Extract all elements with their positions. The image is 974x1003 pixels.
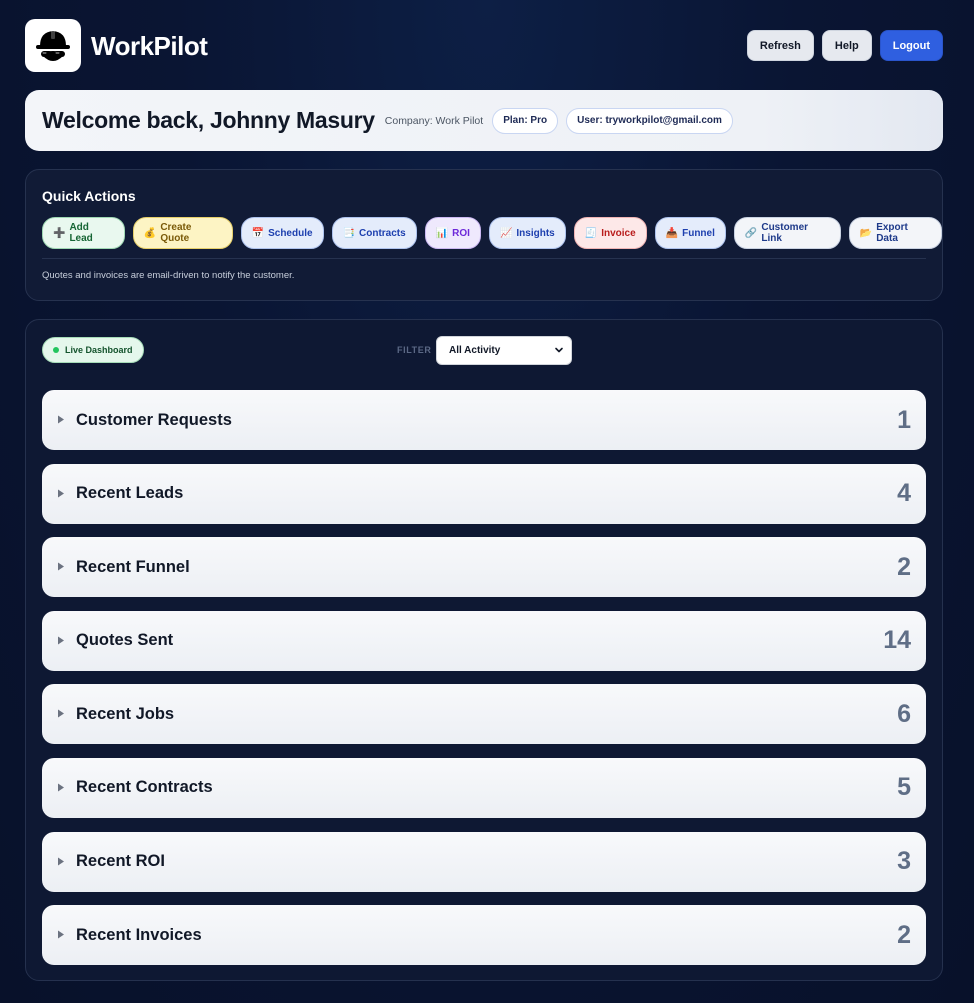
expand-triangle-icon [58, 489, 64, 498]
activity-filter-select[interactable]: All Activity [436, 336, 572, 365]
customer-link-button[interactable]: 🔗 Customer Link [733, 217, 841, 249]
chevron-down-icon [555, 347, 563, 353]
section-customer-requests[interactable]: Customer Requests 1 [42, 390, 926, 450]
funnel-label: Funnel [682, 227, 715, 239]
expand-triangle-icon [58, 636, 64, 645]
activity-filter-value: All Activity [449, 345, 501, 356]
filter-label: FILTER [397, 345, 432, 355]
section-title: Customer Requests [76, 410, 232, 429]
divider [42, 258, 926, 259]
section-recent-funnel[interactable]: Recent Funnel 2 [42, 537, 926, 598]
welcome-card: Welcome back, Johnny Masury Company: Wor… [25, 90, 943, 151]
funnel-button[interactable]: 📥 Funnel [654, 217, 726, 249]
section-recent-roi[interactable]: Recent ROI 3 [42, 831, 926, 892]
section-count: 2 [897, 920, 911, 949]
create-quote-label: Create Quote [160, 222, 192, 244]
section-count: 1 [897, 405, 911, 434]
section-count: 14 [883, 626, 911, 655]
section-count: 4 [897, 479, 911, 508]
money-bag-icon: 💰 [143, 227, 157, 239]
top-bar: WorkPilot Refresh Help Logout [25, 19, 943, 72]
expand-triangle-icon [58, 562, 64, 571]
insights-button[interactable]: 📈 Insights [488, 217, 566, 249]
expand-triangle-icon [58, 930, 64, 939]
expand-triangle-icon [58, 857, 64, 866]
brand-name: WorkPilot [91, 31, 208, 61]
dashboard-panel: Live Dashboard FILTER All Activity Custo… [25, 319, 943, 981]
expand-triangle-icon [58, 415, 64, 424]
section-quotes-sent[interactable]: Quotes Sent 14 [42, 610, 926, 671]
section-count: 3 [897, 847, 911, 876]
bar-chart-icon: 📊 [435, 227, 449, 239]
help-button[interactable]: Help [821, 30, 872, 61]
section-title: Recent Jobs [76, 704, 175, 723]
live-status-dot-icon [53, 347, 59, 353]
link-icon: 🔗 [744, 227, 758, 239]
quick-actions-row: ➕ Add Lead 💰 Create Quote 📅 Schedule 📑 C… [42, 217, 942, 249]
section-recent-leads[interactable]: Recent Leads 4 [42, 463, 926, 524]
roi-button[interactable]: 📊 ROI [424, 217, 481, 249]
logout-button[interactable]: Logout [879, 30, 943, 61]
section-title: Recent Invoices [76, 925, 202, 944]
contracts-label: Contracts [359, 227, 406, 239]
calendar-icon: 📅 [251, 227, 265, 239]
schedule-button[interactable]: 📅 Schedule [240, 217, 324, 249]
section-title: Recent Leads [76, 484, 184, 503]
invoice-button[interactable]: 🧾 Invoice [573, 217, 647, 249]
quick-actions-note: Quotes and invoices are email-driven to … [42, 270, 295, 281]
create-quote-button[interactable]: 💰 Create Quote [132, 217, 233, 249]
hardhat-sunglasses-icon [36, 28, 70, 61]
quick-actions-panel: Quick Actions ➕ Add Lead 💰 Create Quote … [25, 169, 943, 301]
expand-triangle-icon [58, 783, 64, 792]
section-title: Recent Funnel [76, 557, 190, 576]
quick-actions-title: Quick Actions [42, 188, 136, 204]
receipt-icon: 🧾 [584, 227, 598, 239]
schedule-label: Schedule [268, 227, 313, 239]
insights-label: Insights [516, 227, 555, 239]
folder-icon: 📂 [859, 227, 873, 239]
welcome-title: Welcome back, Johnny Masury [42, 107, 375, 133]
customer-link-label: Customer Link [761, 222, 809, 244]
header-actions: Refresh Help Logout [746, 30, 943, 61]
activity-sections: Customer Requests 1 Recent Leads 4 Recen… [42, 390, 926, 979]
logo[interactable] [25, 19, 81, 72]
trend-chart-icon: 📈 [499, 227, 513, 239]
section-count: 2 [897, 552, 911, 581]
plan-badge: Plan: Pro [492, 107, 559, 134]
expand-triangle-icon [58, 709, 64, 718]
section-title: Quotes Sent [76, 631, 174, 650]
document-icon: 📑 [342, 227, 356, 239]
live-dashboard-badge: Live Dashboard [42, 337, 144, 363]
section-title: Recent Contracts [76, 778, 213, 797]
export-data-label: Export Data [876, 222, 908, 244]
invoice-label: Invoice [601, 227, 636, 239]
export-data-button[interactable]: 📂 Export Data [848, 217, 942, 249]
add-lead-button[interactable]: ➕ Add Lead [42, 217, 125, 249]
plus-icon: ➕ [53, 227, 66, 239]
add-lead-label: Add Lead [69, 222, 93, 244]
section-recent-contracts[interactable]: Recent Contracts 5 [42, 757, 926, 818]
section-recent-jobs[interactable]: Recent Jobs 6 [42, 684, 926, 745]
live-dashboard-label: Live Dashboard [65, 345, 133, 355]
roi-label: ROI [452, 227, 470, 239]
refresh-button[interactable]: Refresh [746, 30, 814, 61]
contracts-button[interactable]: 📑 Contracts [331, 217, 417, 249]
section-recent-invoices[interactable]: Recent Invoices 2 [42, 905, 926, 966]
section-title: Recent ROI [76, 852, 165, 871]
inbox-tray-icon: 📥 [665, 227, 679, 239]
user-badge: User: tryworkpilot@gmail.com [566, 107, 733, 134]
section-count: 6 [897, 699, 911, 728]
company-label: Company: Work Pilot [384, 114, 484, 127]
section-count: 5 [897, 773, 911, 802]
